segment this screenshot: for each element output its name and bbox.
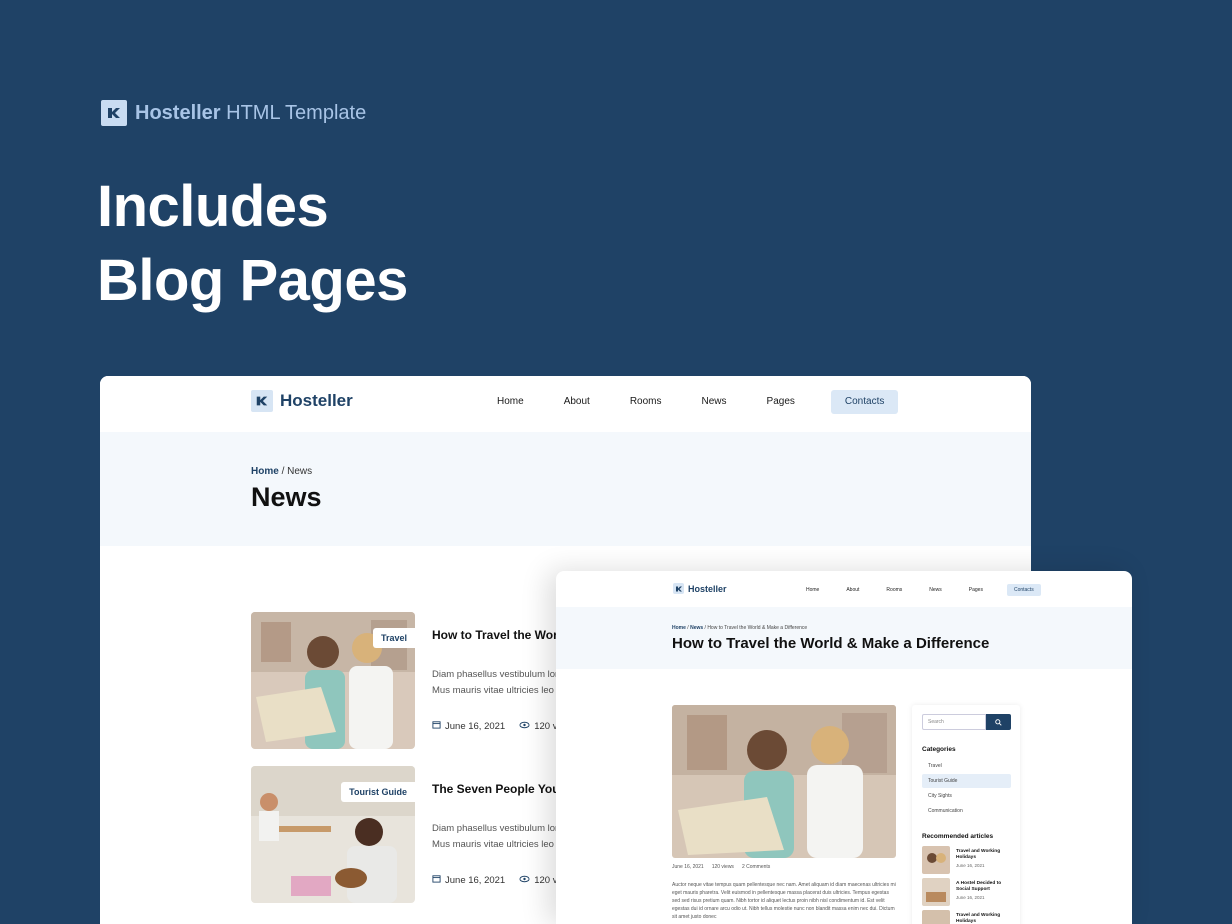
article-views: 120 views — [711, 864, 734, 870]
breadcrumb: Home / News — [251, 466, 312, 477]
sidebar: Search Categories Travel Tourist Guide C… — [912, 705, 1020, 924]
article-image — [672, 705, 896, 858]
page-hero: Home / News / How to Travel the World & … — [556, 607, 1132, 669]
recommended-title[interactable]: Travel and Working Holidays — [956, 913, 1011, 924]
post-meta: June 16, 2021 120 views — [432, 874, 576, 886]
hosteller-logo-icon — [673, 583, 684, 594]
headline-line-2: Blog Pages — [97, 248, 408, 313]
post-thumbnail[interactable]: Tourist Guide — [251, 766, 415, 903]
main-nav: Home About Rooms News Pages Contacts — [806, 584, 1041, 596]
nav-news[interactable]: News — [929, 584, 942, 596]
search-button[interactable] — [986, 714, 1011, 730]
recommended-title[interactable]: A Hostel Decided to Social Support — [956, 881, 1011, 893]
recommended-item[interactable]: A Hostel Decided to Social Support June … — [922, 878, 1011, 906]
nav-rooms[interactable]: Rooms — [630, 390, 662, 414]
site-brand-name: Hosteller — [280, 391, 353, 410]
site-header: Hosteller Home About Rooms News Pages Co… — [100, 376, 1031, 432]
article-page-window: Hosteller Home About Rooms News Pages Co… — [556, 571, 1132, 924]
recommended-date: June 16, 2021 — [956, 895, 985, 900]
category-item-city-sights[interactable]: City Sights — [922, 789, 1011, 803]
breadcrumb-current: News — [287, 466, 313, 477]
contacts-button[interactable]: Contacts — [830, 390, 899, 414]
post-meta: June 16, 2021 120 views — [432, 720, 576, 732]
nav-news[interactable]: News — [702, 390, 727, 414]
recommended-thumbnail[interactable] — [922, 910, 950, 924]
calendar-icon — [432, 874, 441, 886]
eye-icon — [519, 875, 530, 886]
calendar-icon — [432, 720, 441, 732]
nav-home[interactable]: Home — [806, 584, 819, 596]
page-hero: Home / News News — [100, 432, 1031, 546]
article-body: Auctor neque vitae tempus quam pellentes… — [672, 882, 896, 920]
promo-brand: Hosteller HTML Template — [101, 100, 366, 126]
recommended-item[interactable]: Travel and Working Holidays — [922, 910, 1011, 924]
site-logo[interactable]: Hosteller — [251, 390, 353, 412]
nav-pages[interactable]: Pages — [767, 390, 795, 414]
headline-line-1: Includes — [97, 174, 329, 239]
category-item-tourist-guide[interactable]: Tourist Guide — [922, 774, 1011, 788]
article-comments[interactable]: 2 Comments — [742, 864, 770, 870]
nav-about[interactable]: About — [846, 584, 859, 596]
post-date: June 16, 2021 — [445, 720, 506, 732]
post-thumbnail[interactable]: Travel — [251, 612, 415, 749]
breadcrumb: Home / News / How to Travel the World & … — [672, 625, 808, 631]
recommended-thumbnail[interactable] — [922, 878, 950, 906]
site-brand-name: Hosteller — [688, 583, 727, 594]
recommended-heading: Recommended articles — [922, 833, 994, 840]
post-date: June 16, 2021 — [445, 874, 506, 886]
breadcrumb-home[interactable]: Home — [672, 625, 686, 631]
category-item-communication[interactable]: Communication — [922, 804, 1011, 818]
nav-home[interactable]: Home — [497, 390, 524, 414]
recommended-date: June 16, 2021 — [956, 863, 985, 868]
recommended-item[interactable]: Travel and Working Holidays June 16, 202… — [922, 846, 1011, 874]
hosteller-logo-icon — [101, 100, 127, 126]
breadcrumb-home[interactable]: Home — [251, 466, 279, 477]
site-logo[interactable]: Hosteller — [673, 583, 727, 594]
search-input[interactable]: Search — [922, 714, 986, 730]
breadcrumb-news[interactable]: News — [690, 625, 703, 631]
post-tag[interactable]: Tourist Guide — [341, 782, 415, 802]
search-icon — [995, 713, 1002, 731]
nav-rooms[interactable]: Rooms — [886, 584, 902, 596]
nav-about[interactable]: About — [564, 390, 590, 414]
categories-heading: Categories — [922, 746, 956, 753]
site-header: Hosteller Home About Rooms News Pages Co… — [556, 571, 1132, 607]
article-date: June 16, 2021 — [672, 864, 704, 870]
breadcrumb-current: How to Travel the World & Make a Differe… — [707, 625, 808, 631]
promo-headline: Includes Blog Pages — [97, 170, 408, 318]
contacts-button[interactable]: Contacts — [1006, 584, 1041, 596]
page-title: News — [251, 482, 322, 512]
promo-brand-suffix: HTML Template — [220, 101, 367, 124]
main-nav: Home About Rooms News Pages Contacts — [497, 390, 899, 414]
eye-icon — [519, 721, 530, 732]
recommended-title[interactable]: Travel and Working Holidays — [956, 849, 1011, 861]
recommended-thumbnail[interactable] — [922, 846, 950, 874]
article-meta: June 16, 2021 120 views 2 Comments — [672, 864, 770, 870]
nav-pages[interactable]: Pages — [969, 584, 983, 596]
category-item-travel[interactable]: Travel — [922, 759, 1011, 773]
article-title: How to Travel the World & Make a Differe… — [672, 635, 990, 652]
promo-brand-name: Hosteller — [135, 101, 221, 124]
post-tag[interactable]: Travel — [372, 628, 415, 648]
hosteller-logo-icon — [251, 390, 273, 412]
breadcrumb-separator: / — [281, 466, 285, 477]
